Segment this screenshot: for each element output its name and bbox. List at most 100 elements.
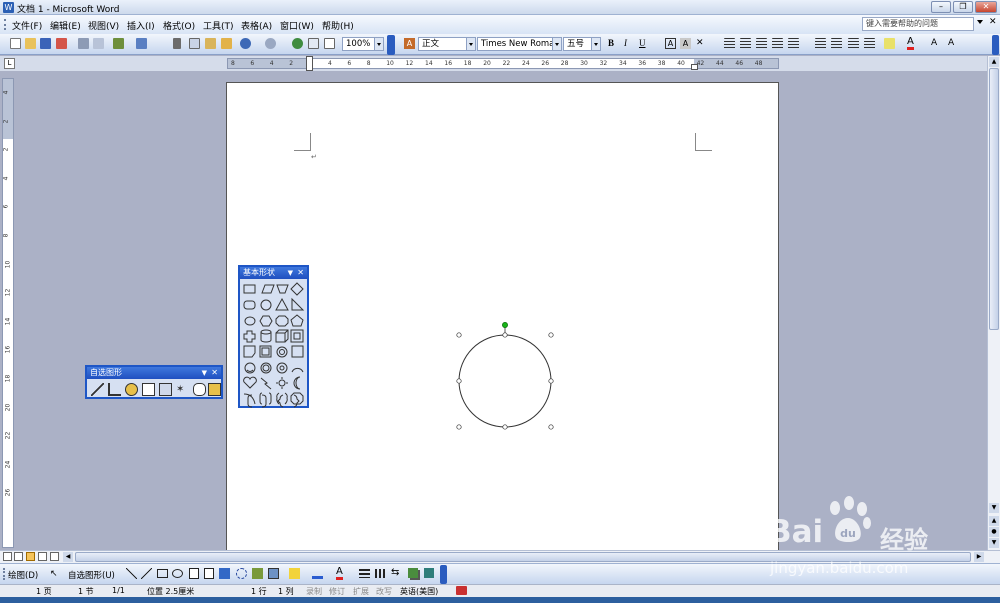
palette-options-icon[interactable]: ▼ xyxy=(288,267,293,279)
scroll-left-icon[interactable]: ◀ xyxy=(63,552,73,562)
char-border-icon[interactable]: A xyxy=(665,38,676,49)
help-search-input[interactable]: 键入需要帮助的问题 xyxy=(862,17,974,31)
shape-cross[interactable] xyxy=(243,330,256,343)
line-style-icon[interactable] xyxy=(359,569,370,578)
bold-icon[interactable]: B xyxy=(608,38,614,48)
close-button[interactable]: ✕ xyxy=(975,1,997,13)
line-tool-icon[interactable] xyxy=(126,568,137,579)
hyperlink-icon[interactable] xyxy=(292,38,303,49)
shape-sun[interactable] xyxy=(276,377,288,389)
shape-grid[interactable] xyxy=(243,282,305,406)
close-icon[interactable]: ✕ xyxy=(297,267,304,279)
scroll-right-icon[interactable]: ▶ xyxy=(974,552,984,562)
align-center-icon[interactable] xyxy=(740,38,751,49)
menu-table[interactable]: 表格(A) xyxy=(241,19,272,32)
close-icon[interactable]: ✕ xyxy=(211,367,218,379)
menu-format[interactable]: 格式(O) xyxy=(163,19,195,32)
shape-right-bracket[interactable] xyxy=(261,394,267,408)
menu-view[interactable]: 视图(V) xyxy=(88,19,119,32)
resize-handle-r[interactable] xyxy=(548,378,554,384)
vertical-scrollbar[interactable]: ▲ ▼ ▲ ● ▼ xyxy=(987,56,1000,550)
next-page-icon[interactable]: ▼ xyxy=(989,538,999,548)
line-spacing-icon[interactable] xyxy=(788,38,799,49)
scroll-up-icon[interactable]: ▲ xyxy=(989,57,999,67)
print-preview-icon[interactable] xyxy=(93,38,104,49)
drawbar-overflow-icon[interactable] xyxy=(440,565,447,584)
shape-trapezoid[interactable] xyxy=(276,284,289,294)
vertical-ruler[interactable]: 4 2 2 4 6 8 10 12 14 16 18 20 22 24 26 xyxy=(2,78,14,548)
underline-icon[interactable]: U xyxy=(639,38,646,48)
copy-icon[interactable] xyxy=(189,38,200,49)
shape-triangle[interactable] xyxy=(275,297,289,311)
autoshapes-toolbar[interactable]: 自选图形 ▼ ✕ ✶ xyxy=(85,365,223,399)
shape-cube[interactable] xyxy=(275,329,289,343)
lines-tool-icon[interactable] xyxy=(91,383,104,396)
status-ext[interactable]: 扩展 xyxy=(353,586,369,597)
toolbar-options-icon[interactable]: ▼ xyxy=(202,367,207,379)
rotate-handle[interactable] xyxy=(502,322,508,328)
resize-handle-l[interactable] xyxy=(456,378,462,384)
status-ovr[interactable]: 改写 xyxy=(376,586,392,597)
wordart-icon[interactable] xyxy=(219,568,230,579)
menu-edit[interactable]: 编辑(E) xyxy=(50,19,81,32)
research-icon[interactable] xyxy=(136,38,147,49)
stars-banners-tool-icon[interactable]: ✶ xyxy=(176,383,189,396)
shape-lightning[interactable] xyxy=(260,377,272,390)
shape-arc[interactable] xyxy=(291,367,304,373)
resize-handle-tl[interactable] xyxy=(456,332,462,338)
open-icon[interactable] xyxy=(25,38,36,49)
new-doc-icon[interactable] xyxy=(10,38,21,49)
arrow-tool-icon[interactable] xyxy=(141,568,152,579)
resize-handle-bl[interactable] xyxy=(456,424,462,430)
print-icon[interactable] xyxy=(78,38,89,49)
shape-block-arc[interactable] xyxy=(276,362,288,374)
shape-octagon[interactable] xyxy=(275,315,289,327)
clipart-icon[interactable] xyxy=(252,568,263,579)
menu-help[interactable]: 帮助(H) xyxy=(322,19,354,32)
minimize-button[interactable]: – xyxy=(931,1,951,13)
shadow-style-icon[interactable] xyxy=(408,568,418,578)
decrease-indent-icon[interactable] xyxy=(848,38,859,49)
shape-left-brace[interactable] xyxy=(277,394,284,408)
shrink-font-icon[interactable]: A xyxy=(948,38,954,48)
redo-icon[interactable] xyxy=(265,38,276,49)
reading-view-icon[interactable] xyxy=(50,552,59,561)
resize-handle-tr[interactable] xyxy=(548,332,554,338)
normal-view-icon[interactable] xyxy=(3,552,12,561)
save-icon[interactable] xyxy=(40,38,51,49)
draw-font-color-icon[interactable]: A xyxy=(336,566,343,580)
doc-close-icon[interactable]: ✕ xyxy=(989,17,997,27)
autoshapes-menu-button[interactable]: 自选图形(U) xyxy=(68,569,115,581)
grow-font-icon[interactable]: A xyxy=(931,38,937,48)
select-objects-icon[interactable]: ↖ xyxy=(50,569,58,579)
style-pane-icon[interactable]: A xyxy=(404,38,415,49)
resize-handle-b[interactable] xyxy=(502,424,508,430)
basic-shapes-tool-icon[interactable] xyxy=(125,383,138,396)
basic-shapes-title[interactable]: 基本形状 ▼ ✕ xyxy=(240,267,307,279)
shape-pentagon[interactable] xyxy=(290,314,304,327)
shape-no-symbol[interactable] xyxy=(260,362,272,374)
permission-icon[interactable] xyxy=(56,38,67,49)
spelling-status-icon[interactable] xyxy=(456,586,467,595)
font-color-icon[interactable]: A xyxy=(907,37,914,50)
basic-shapes-palette[interactable]: 基本形状 ▼ ✕ xyxy=(238,265,309,408)
shape-rectangle[interactable] xyxy=(243,284,256,294)
scroll-down-icon[interactable]: ▼ xyxy=(989,503,999,513)
tab-selector-icon[interactable]: L xyxy=(4,58,15,69)
dash-style-icon[interactable] xyxy=(375,569,386,578)
oval-tool-icon[interactable] xyxy=(172,569,183,578)
menu-insert[interactable]: 插入(I) xyxy=(127,19,155,32)
spelling-icon[interactable] xyxy=(113,38,124,49)
tables-borders-icon[interactable] xyxy=(308,38,319,49)
shape-hexagon[interactable] xyxy=(259,315,273,327)
vertical-textbox-icon[interactable] xyxy=(204,568,214,579)
justify-icon[interactable] xyxy=(772,38,783,49)
block-arrows-tool-icon[interactable] xyxy=(142,383,155,396)
textbox-tool-icon[interactable] xyxy=(189,568,199,579)
browse-object-icon[interactable]: ● xyxy=(989,527,999,537)
shape-parallelogram[interactable] xyxy=(261,284,275,294)
prev-page-icon[interactable]: ▲ xyxy=(989,516,999,526)
char-scale-icon[interactable]: ✕ xyxy=(696,38,704,48)
shape-heart[interactable] xyxy=(243,376,257,389)
font-select[interactable]: Times New Roman xyxy=(477,37,562,51)
